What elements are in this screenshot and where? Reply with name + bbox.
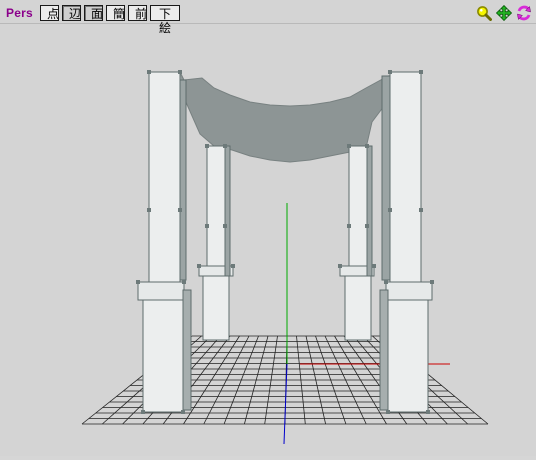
view-toolbar: Pers 点 辺 面 簡 前 下絵 [0,0,536,35]
simple-display-button[interactable]: 簡 [106,5,125,21]
z-axis-line [283,363,288,445]
edge-toggle-button[interactable]: 辺 [62,5,81,21]
pillar-front-right [379,71,433,413]
underlay-image-button[interactable]: 下絵 [150,5,180,35]
zoom-magnifier-icon[interactable] [476,5,492,21]
view-mode-label[interactable]: Pers [6,6,33,20]
front-only-button[interactable]: 前 [128,5,147,21]
pillar-back-left [198,145,234,341]
move-arrows-icon[interactable] [495,4,513,22]
canopy-roof [148,71,421,163]
pillar-front-left [137,71,192,413]
face-toggle-button[interactable]: 面 [84,5,103,21]
perspective-viewport[interactable] [0,24,536,456]
pillar-back-right [339,145,375,341]
vertex-toggle-button[interactable]: 点 [40,5,59,21]
metasequoia-view-window: Pers 点 辺 面 簡 前 下絵 [0,0,536,456]
rotate-arrows-icon[interactable] [516,5,532,21]
scene-canvas[interactable] [0,24,536,456]
